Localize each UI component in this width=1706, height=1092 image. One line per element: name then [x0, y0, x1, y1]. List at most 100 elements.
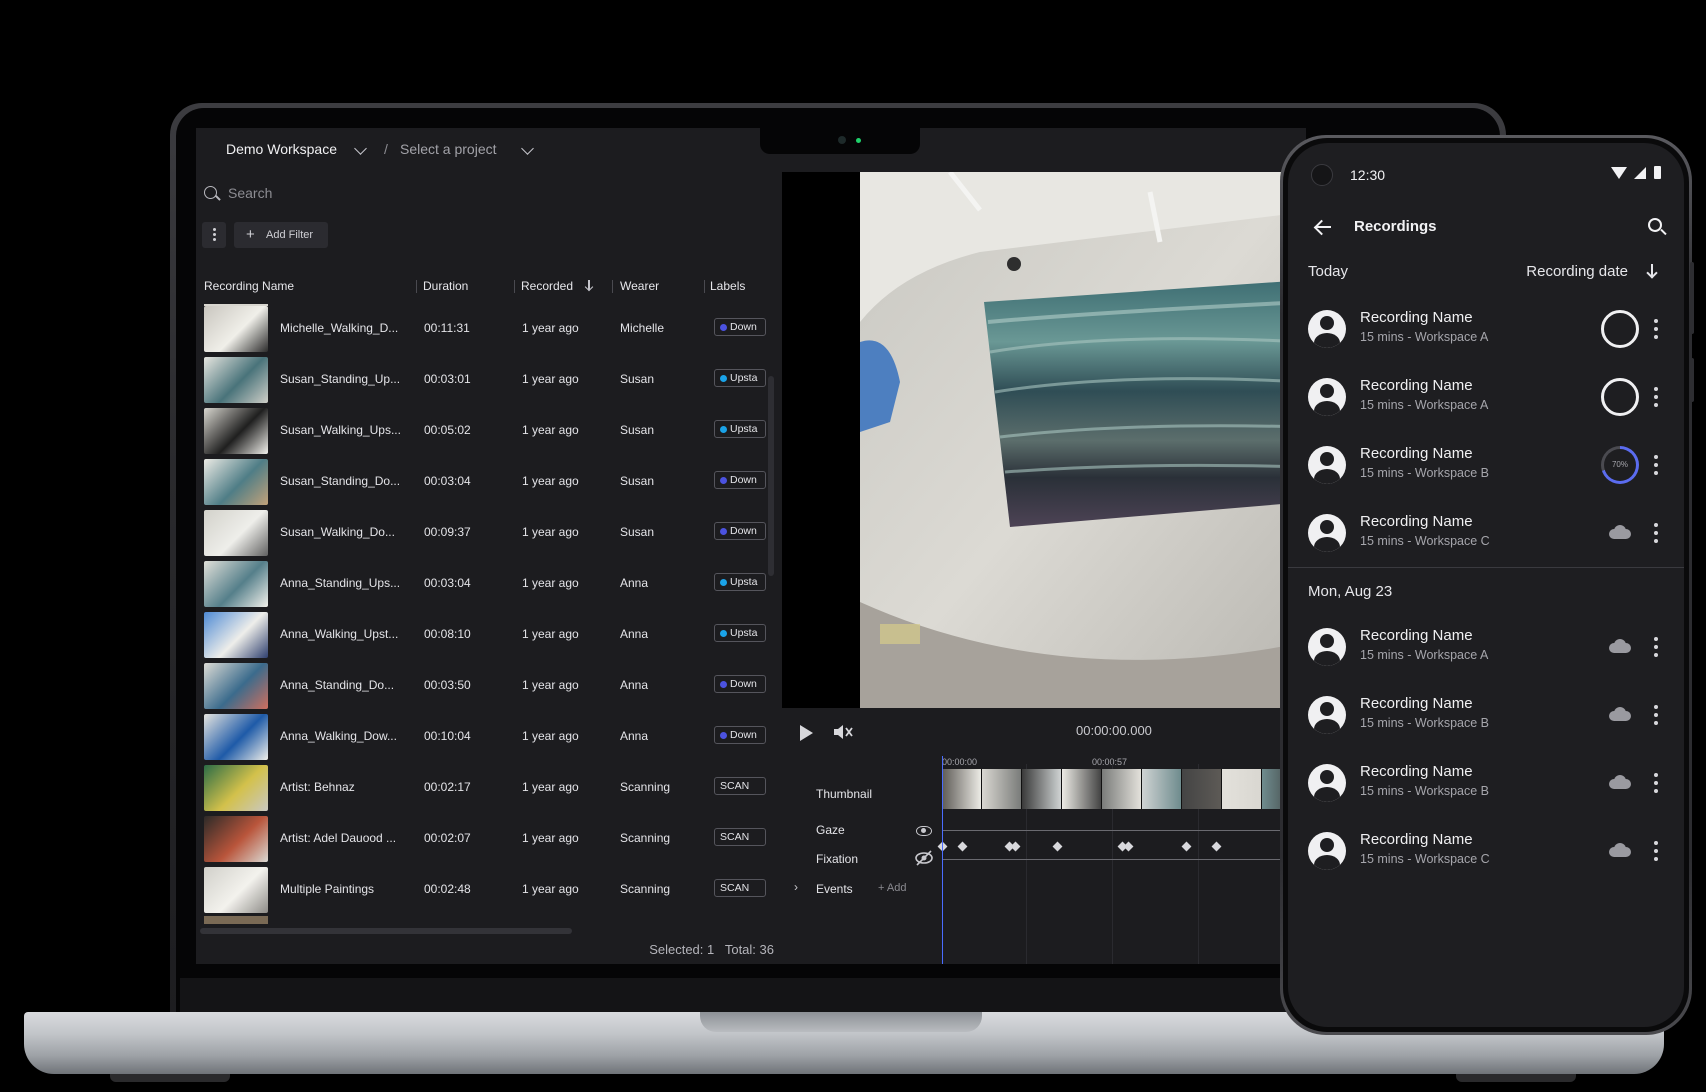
column-recorded[interactable]: Recorded — [521, 279, 573, 293]
label-chip[interactable]: Upsta — [714, 573, 766, 591]
more-vertical-icon[interactable] — [1654, 705, 1658, 725]
more-vertical-icon[interactable] — [1654, 773, 1658, 793]
search-input[interactable] — [228, 180, 748, 206]
eye-icon[interactable] — [916, 826, 932, 836]
scene-video-frame[interactable] — [860, 172, 1306, 708]
recording-list-item[interactable]: Recording Name 15 mins - Workspace B — [1288, 681, 1684, 749]
recording-thumbnail[interactable] — [204, 714, 268, 760]
more-vertical-icon[interactable] — [1654, 637, 1658, 657]
mute-icon[interactable] — [832, 722, 854, 742]
column-divider[interactable] — [704, 280, 705, 293]
more-vertical-icon[interactable] — [1654, 841, 1658, 861]
column-wearer[interactable]: Wearer — [620, 279, 659, 293]
label-chip[interactable]: Down — [714, 318, 766, 336]
recording-thumbnail[interactable] — [204, 510, 268, 556]
label-chip[interactable]: SCAN — [714, 777, 766, 795]
add-event-button[interactable]: + Add — [878, 882, 906, 894]
recording-thumbnail[interactable] — [204, 765, 268, 811]
upload-pending-icon[interactable] — [1601, 378, 1639, 416]
recording-thumbnail[interactable] — [204, 306, 268, 352]
upload-pending-icon[interactable] — [1601, 310, 1639, 348]
sort-descending-icon[interactable] — [1646, 262, 1658, 280]
more-vertical-icon[interactable] — [1654, 319, 1658, 339]
label-chip[interactable]: Down — [714, 675, 766, 693]
recording-list-item[interactable]: Recording Name 15 mins - Workspace A — [1288, 363, 1684, 431]
recording-list-item[interactable]: Recording Name 15 mins - Workspace B 70% — [1288, 431, 1684, 499]
back-arrow-icon[interactable] — [1314, 219, 1332, 235]
table-row[interactable]: Michelle_Walking_D... 00:11:31 1 year ago M… — [196, 304, 782, 354]
column-labels[interactable]: Labels — [710, 279, 745, 293]
table-row[interactable]: Multiple Paintings 00:02:48 1 year ago Scan… — [196, 865, 782, 915]
recording-list-item[interactable]: Recording Name 15 mins - Workspace A — [1288, 613, 1684, 681]
label-chip[interactable]: SCAN — [714, 879, 766, 897]
table-row[interactable]: Susan_Standing_Up... 00:03:01 1 year ago Su… — [196, 355, 782, 405]
video-viewer[interactable] — [782, 172, 1306, 708]
label-chip[interactable]: Down — [714, 471, 766, 489]
eye-off-icon[interactable] — [914, 850, 934, 866]
thumbnail-frame[interactable] — [1222, 769, 1262, 809]
recording-list-item[interactable]: Recording Name 15 mins - Workspace C — [1288, 499, 1684, 567]
table-row[interactable]: Anna_Walking_Upst... 00:08:10 1 year ago An… — [196, 610, 782, 660]
table-row[interactable]: Anna_Walking_Dow... 00:10:04 1 year ago Ann… — [196, 712, 782, 762]
upload-progress-ring[interactable]: 70% — [1601, 446, 1639, 484]
recording-thumbnail[interactable] — [204, 459, 268, 505]
column-duration[interactable]: Duration — [423, 279, 468, 293]
label-chip[interactable]: Down — [714, 726, 766, 744]
recording-thumbnail[interactable] — [204, 663, 268, 709]
chevron-down-icon[interactable] — [354, 142, 367, 155]
event-marker[interactable] — [1181, 841, 1192, 852]
search-icon[interactable] — [1648, 218, 1662, 232]
add-filter-button[interactable]: + Add Filter — [234, 222, 328, 248]
recording-thumbnail[interactable] — [204, 561, 268, 607]
event-marker[interactable] — [957, 841, 968, 852]
thumbnail-frame[interactable] — [1022, 769, 1062, 809]
thumbnail-track[interactable] — [942, 769, 1306, 809]
horizontal-scrollbar[interactable] — [200, 928, 572, 934]
time-ruler[interactable]: 00:00:00 00:00:57 00 — [942, 757, 1306, 769]
more-options-button[interactable] — [202, 222, 226, 248]
thumbnail-frame[interactable] — [1142, 769, 1182, 809]
more-vertical-icon[interactable] — [1654, 387, 1658, 407]
recording-list-item[interactable]: Recording Name 15 mins - Workspace B — [1288, 749, 1684, 817]
play-icon[interactable] — [800, 725, 813, 741]
event-marker[interactable] — [1052, 841, 1063, 852]
thumbnail-frame[interactable] — [982, 769, 1022, 809]
table-row[interactable]: Anna_Standing_Do... 00:03:50 1 year ago Ann… — [196, 661, 782, 711]
label-chip[interactable]: SCAN — [714, 828, 766, 846]
thumbnail-frame[interactable] — [1062, 769, 1102, 809]
label-chip[interactable]: Upsta — [714, 420, 766, 438]
recording-thumbnail[interactable] — [204, 612, 268, 658]
event-marker[interactable] — [1211, 841, 1222, 852]
partial-row-thumbnail[interactable] — [204, 916, 268, 924]
column-divider[interactable] — [612, 280, 613, 293]
vertical-scrollbar[interactable] — [768, 376, 774, 576]
gaze-track[interactable] — [942, 830, 1306, 831]
label-chip[interactable]: Down — [714, 522, 766, 540]
table-row[interactable]: Anna_Standing_Ups... 00:03:04 1 year ago An… — [196, 559, 782, 609]
more-vertical-icon[interactable] — [1654, 523, 1658, 543]
more-vertical-icon[interactable] — [1654, 455, 1658, 475]
table-row[interactable]: Susan_Walking_Ups... 00:05:02 1 year ago Su… — [196, 406, 782, 456]
recording-thumbnail[interactable] — [204, 408, 268, 454]
thumbnail-frame[interactable] — [942, 769, 982, 809]
thumbnail-frame[interactable] — [1102, 769, 1142, 809]
recording-thumbnail[interactable] — [204, 816, 268, 862]
table-row[interactable]: Susan_Standing_Do... 00:03:04 1 year ago Su… — [196, 457, 782, 507]
event-marker[interactable] — [1123, 841, 1134, 852]
recording-thumbnail[interactable] — [204, 867, 268, 913]
table-row[interactable]: Artist: Adel Dauood ... 00:02:07 1 year ag… — [196, 814, 782, 864]
chevron-down-icon[interactable] — [521, 142, 534, 155]
project-selector[interactable]: Select a project — [400, 141, 497, 157]
playhead[interactable] — [942, 756, 943, 964]
thumbnail-frame[interactable] — [1182, 769, 1222, 809]
sort-descending-icon[interactable] — [584, 279, 594, 293]
table-row[interactable]: Artist: Behnaz 00:02:17 1 year ago Scanning… — [196, 763, 782, 813]
sort-selector[interactable]: Recording date — [1526, 263, 1628, 280]
label-chip[interactable]: Upsta — [714, 624, 766, 642]
column-divider[interactable] — [416, 280, 417, 293]
fixation-track[interactable] — [942, 859, 1306, 860]
recording-list-item[interactable]: Recording Name 15 mins - Workspace C — [1288, 817, 1684, 885]
workspace-selector[interactable]: Demo Workspace — [226, 141, 337, 157]
table-row[interactable]: Susan_Walking_Do... 00:09:37 1 year ago Sus… — [196, 508, 782, 558]
recording-list-item[interactable]: Recording Name 15 mins - Workspace A — [1288, 295, 1684, 363]
